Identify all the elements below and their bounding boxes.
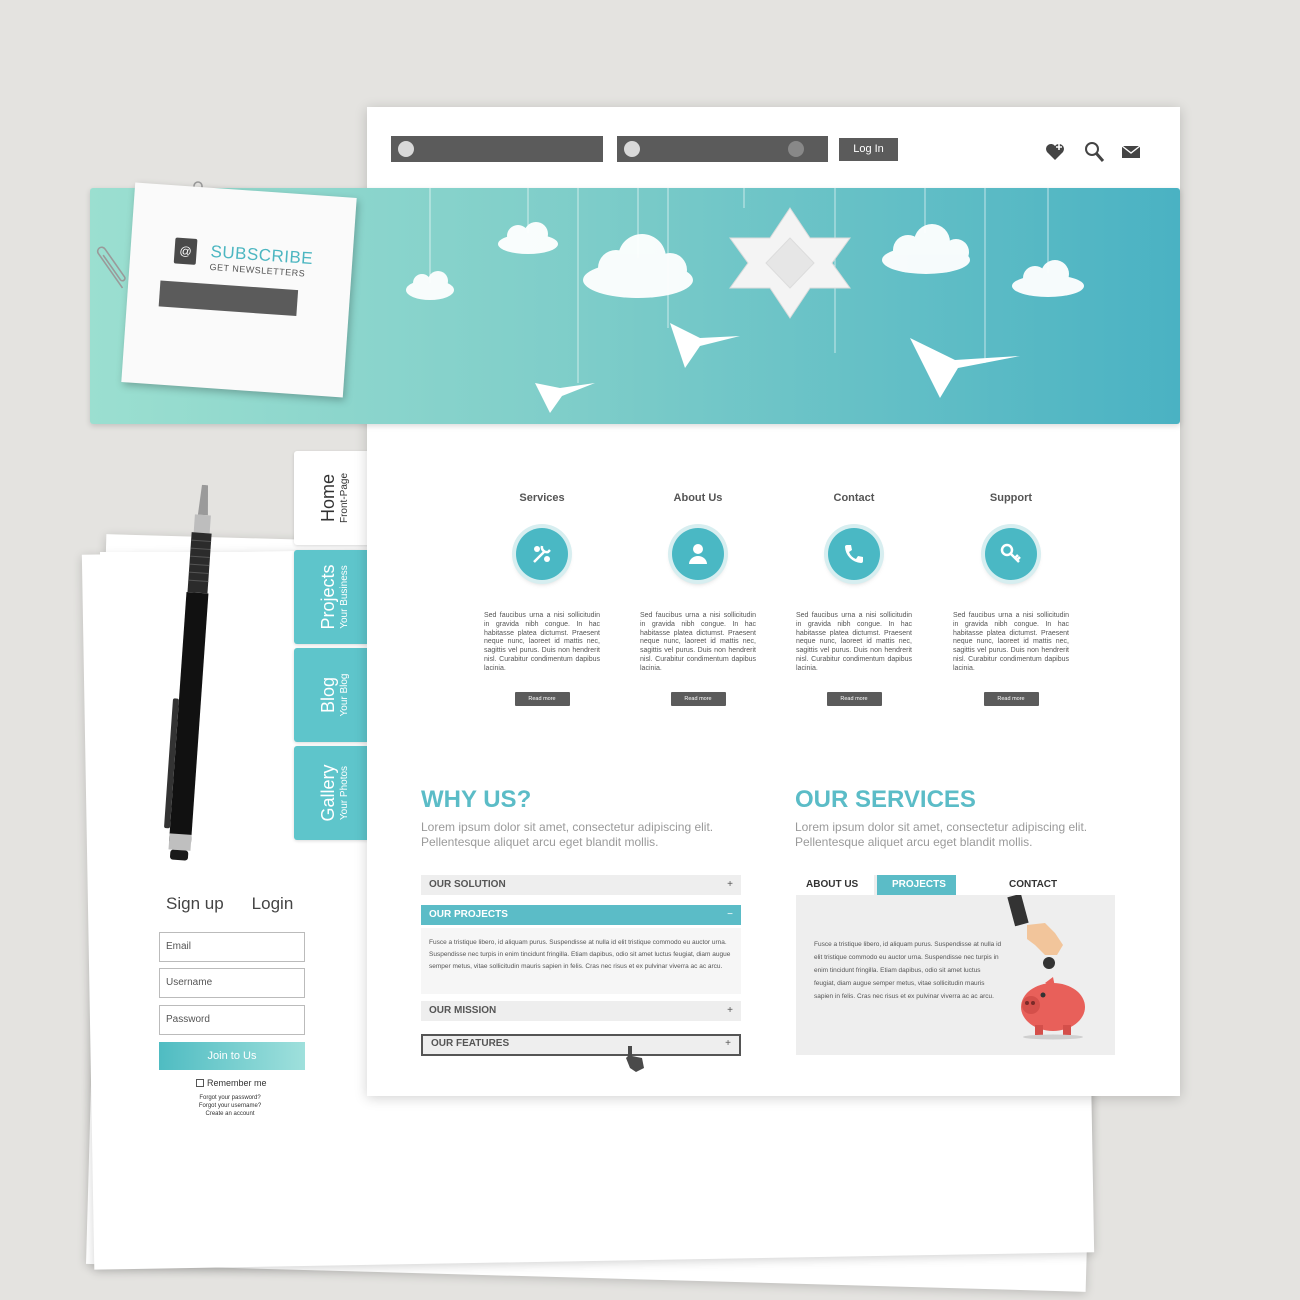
tab-projects[interactable]: Projects Your Business (294, 550, 368, 644)
forgot-password-link[interactable]: Forgot your password? (190, 1094, 270, 1102)
username-top-field[interactable] (391, 136, 603, 162)
feature-title: Services (519, 492, 565, 504)
remember-checkbox[interactable] (196, 1079, 204, 1087)
piggy-bank-icon (1007, 895, 1085, 1040)
subscribe-note: @ SUBSCRIBE GET NEWSLETTERS (121, 182, 357, 398)
user-icon (398, 141, 414, 157)
tab-contact[interactable]: CONTACT (1009, 875, 1057, 895)
feature-about: About Us Sed faucibus urna a nisi sollic… (640, 492, 756, 706)
password-top-field[interactable] (617, 136, 828, 162)
why-us-subtitle: Lorem ipsum dolor sit amet, consectetur … (421, 820, 714, 849)
feature-support: Support Sed faucibus urna a nisi sollici… (953, 492, 1069, 706)
tools-icon (516, 528, 568, 580)
tab-blog-label: Blog (318, 676, 338, 714)
tab-blog-sub: Your Blog (339, 673, 350, 717)
favorite-icon[interactable] (1044, 141, 1066, 163)
why-us-title: WHY US? (421, 786, 532, 813)
toggle-icon[interactable] (788, 141, 804, 157)
feature-text: Sed faucibus urna a nisi sollicitudin in… (953, 612, 1069, 672)
tab-projects[interactable]: PROJECTS (877, 875, 961, 895)
our-services-title: OUR SERVICES (795, 786, 976, 813)
feature-text: Sed faucibus urna a nisi sollicitudin in… (796, 612, 912, 672)
feature-title: About Us (673, 492, 723, 504)
search-icon[interactable] (1083, 141, 1105, 163)
phone-icon (828, 528, 880, 580)
read-more-button[interactable]: Read more (670, 691, 726, 706)
tab-gallery[interactable]: Gallery Your Photos (294, 746, 368, 840)
email-field[interactable]: Email (159, 932, 305, 962)
tab-home-sub: Front-Page (339, 472, 350, 524)
accordion-label: OUR FEATURES (431, 1038, 510, 1049)
accordion-our-features[interactable]: OUR FEATURES + (421, 1034, 741, 1056)
tab-blog[interactable]: Blog Your Blog (294, 648, 368, 742)
tab-home-label: Home (318, 474, 338, 523)
forgot-username-link[interactable]: Forgot your username? (190, 1102, 270, 1110)
remember-label: Remember me (207, 1078, 267, 1088)
tab-home[interactable]: Home Front-Page (294, 451, 374, 545)
key-icon (985, 528, 1037, 580)
paper-birds (535, 323, 1020, 413)
tab-gallery-label: Gallery (318, 764, 338, 822)
login-tab[interactable]: Login (252, 894, 294, 914)
remember-me[interactable]: Remember me (196, 1078, 267, 1088)
tab-gallery-sub: Your Photos (339, 765, 350, 821)
username-field[interactable]: Username (159, 968, 305, 998)
feature-text: Sed faucibus urna a nisi sollicitudin in… (640, 612, 756, 672)
accordion-label: OUR SOLUTION (429, 879, 506, 890)
lock-icon (624, 141, 640, 157)
read-more-button[interactable]: Read more (983, 691, 1039, 706)
services-tabs: ABOUT US PROJECTS CONTACT (774, 875, 1116, 895)
expand-icon: + (727, 1005, 733, 1016)
password-field[interactable]: Password (159, 1005, 305, 1035)
accordion-our-solution[interactable]: OUR SOLUTION + (421, 875, 741, 895)
feature-title: Contact (833, 492, 875, 504)
feature-title: Support (989, 492, 1033, 504)
accordion-our-mission[interactable]: OUR MISSION + (421, 1001, 741, 1021)
expand-icon: + (725, 1038, 731, 1049)
feature-text: Sed faucibus urna a nisi sollicitudin in… (484, 612, 600, 672)
feature-contact: Contact Sed faucibus urna a nisi sollici… (796, 492, 912, 706)
join-button[interactable]: Join to Us (159, 1042, 305, 1070)
user-icon (672, 528, 724, 580)
read-more-button[interactable]: Read more (514, 691, 570, 706)
services-text: Fusce a tristique libero, id aliquam pur… (814, 941, 1002, 1000)
accordion-label: OUR PROJECTS (429, 909, 508, 920)
paper-star (729, 207, 851, 319)
mail-icon[interactable] (1120, 141, 1142, 163)
tab-projects-label: Projects (318, 564, 338, 630)
signup-tab[interactable]: Sign up (166, 894, 224, 914)
accordion-our-projects[interactable]: OUR PROJECTS − (421, 905, 741, 925)
our-services-subtitle: Lorem ipsum dolor sit amet, consectetur … (795, 820, 1088, 849)
tab-about-us[interactable]: ABOUT US (806, 875, 858, 895)
read-more-button[interactable]: Read more (826, 691, 882, 706)
collapse-icon: − (727, 909, 733, 920)
feature-services: Services Sed faucibus urna a nisi sollic… (484, 492, 600, 706)
expand-icon: + (727, 879, 733, 890)
hand-cursor-icon (626, 1046, 644, 1072)
login-button[interactable]: Log In (839, 138, 898, 161)
create-account-link[interactable]: Create an account (190, 1110, 270, 1118)
newsletter-email-input[interactable] (158, 280, 299, 317)
accordion-content: Fusce a tristique libero, id aliquam pur… (421, 928, 741, 994)
tab-projects-sub: Your Business (339, 565, 350, 629)
accordion-label: OUR MISSION (429, 1005, 497, 1016)
address-book-icon: @ (173, 237, 198, 265)
